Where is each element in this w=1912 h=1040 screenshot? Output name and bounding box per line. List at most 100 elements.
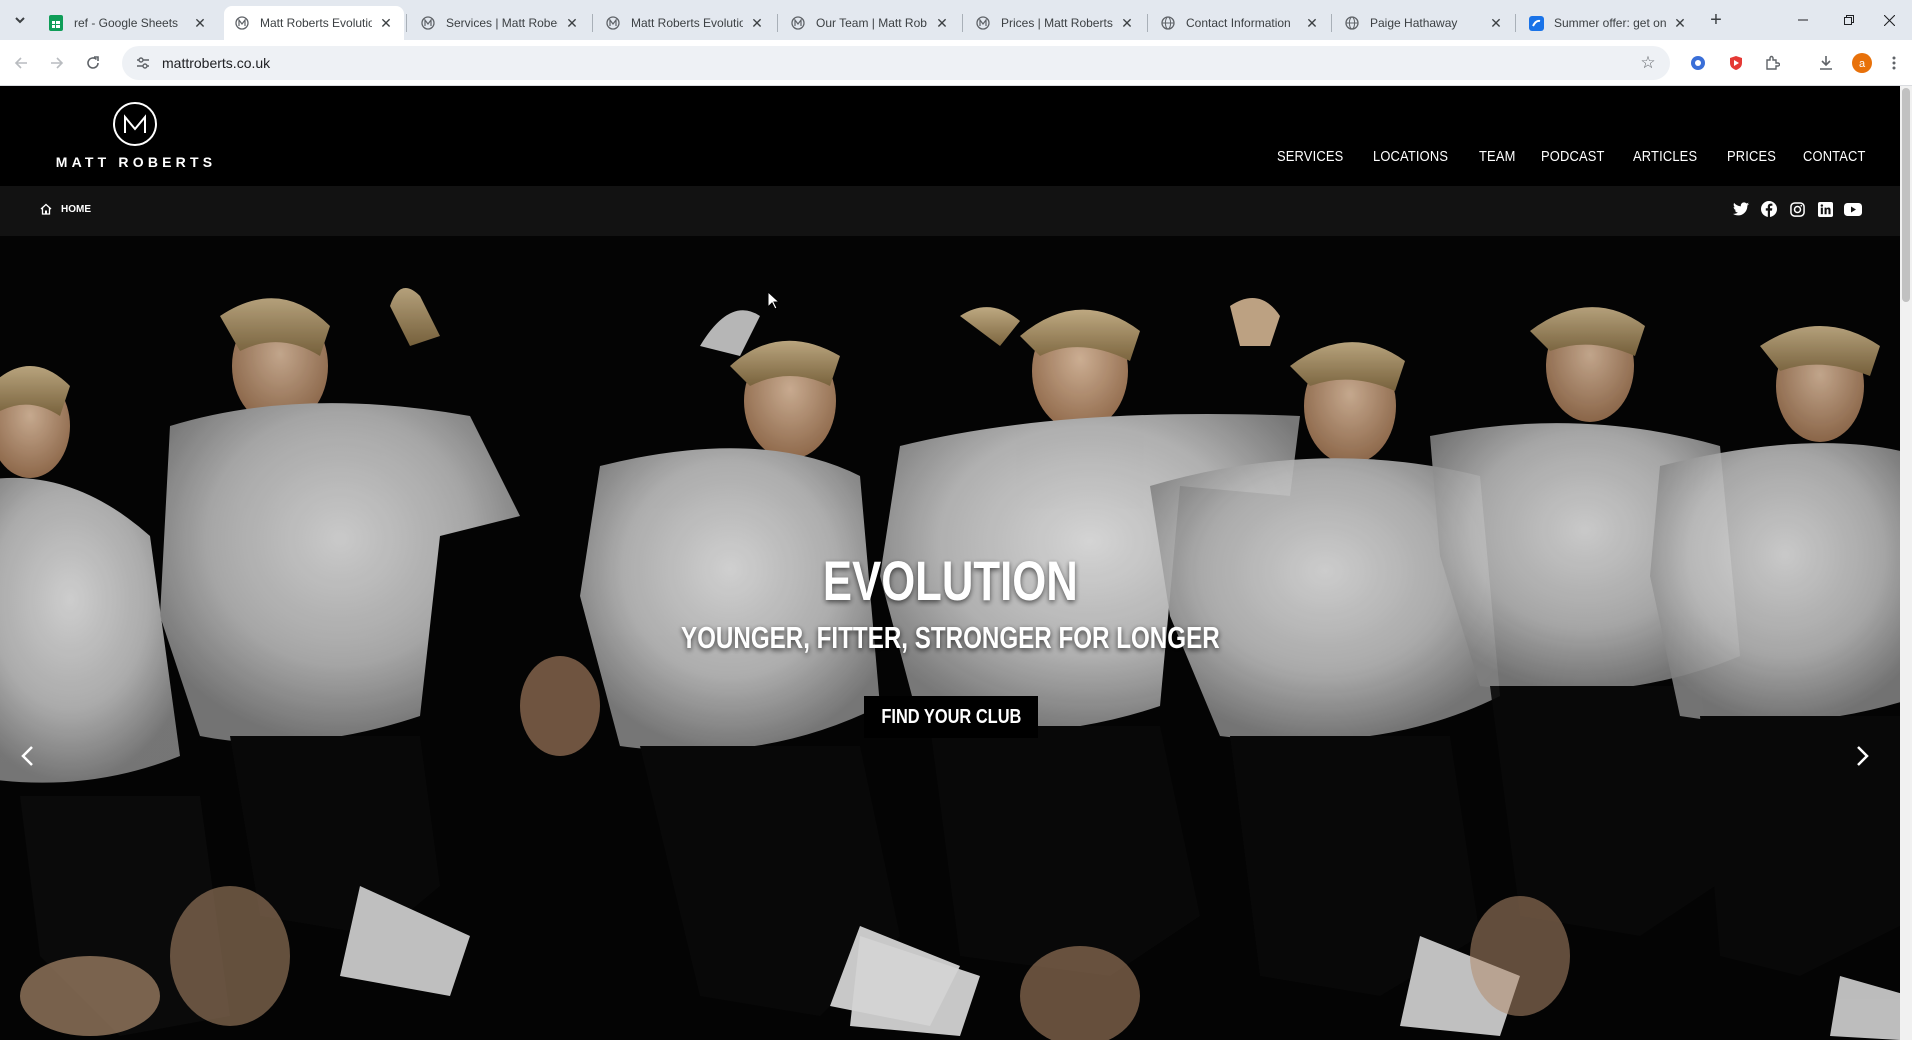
plus-icon: + xyxy=(1710,8,1722,31)
main-navigation: SERVICES LOCATIONS TEAM PODCAST ARTICLES… xyxy=(1277,148,1877,165)
page-scrollbar[interactable] xyxy=(1900,86,1912,1040)
browser-tab[interactable]: Matt Roberts Evolutio ✕ xyxy=(595,6,775,40)
close-icon xyxy=(1883,14,1895,26)
download-icon[interactable] xyxy=(1814,51,1838,75)
slider-prev-button[interactable] xyxy=(12,736,42,776)
tab-title: Paige Hathaway xyxy=(1370,16,1458,30)
nav-team[interactable]: TEAM xyxy=(1479,148,1516,165)
chevron-down-icon xyxy=(15,17,25,24)
profile-avatar[interactable]: a xyxy=(1850,51,1874,75)
browser-tab-active[interactable]: Matt Roberts Evolutio ✕ xyxy=(224,6,404,40)
hero-slider: EVOLUTION YOUNGER, FITTER, STRONGER FOR … xyxy=(0,236,1900,1040)
tab-separator xyxy=(1331,14,1332,32)
close-icon[interactable]: ✕ xyxy=(1119,15,1135,31)
adblock-extension-icon[interactable] xyxy=(1724,51,1748,75)
arrow-right-icon xyxy=(51,57,64,69)
nav-articles[interactable]: ARTICLES xyxy=(1633,148,1697,165)
chevron-left-icon xyxy=(21,746,33,766)
tab-title: Summer offer: get on xyxy=(1554,16,1666,30)
browser-tab-strip: ref - Google Sheets ✕ Matt Roberts Evolu… xyxy=(0,0,1912,40)
tab-title: Matt Roberts Evolutio xyxy=(260,16,372,30)
back-button[interactable] xyxy=(8,50,34,76)
matt-roberts-icon xyxy=(420,15,436,31)
close-icon[interactable]: ✕ xyxy=(749,15,765,31)
restore-icon xyxy=(1844,15,1854,25)
breadcrumb[interactable]: HOME xyxy=(40,203,91,215)
reload-button[interactable] xyxy=(80,50,106,76)
matt-roberts-icon xyxy=(605,15,621,31)
find-your-club-button[interactable]: FIND YOUR CLUB xyxy=(864,696,1038,738)
close-icon[interactable]: ✕ xyxy=(192,15,208,31)
instagram-icon[interactable] xyxy=(1788,200,1806,218)
tab-separator xyxy=(1515,14,1516,32)
slider-next-button[interactable] xyxy=(1848,736,1878,776)
url-text: mattroberts.co.uk xyxy=(162,55,271,71)
site-info-icon[interactable] xyxy=(134,54,152,72)
close-icon[interactable]: ✕ xyxy=(1304,15,1320,31)
profile-initial: a xyxy=(1859,58,1866,70)
google-sheets-icon xyxy=(48,15,64,31)
close-icon[interactable]: ✕ xyxy=(1488,15,1504,31)
facebook-icon[interactable] xyxy=(1760,200,1778,218)
tab-separator xyxy=(962,14,963,32)
tab-title: Prices | Matt Roberts xyxy=(1001,16,1113,30)
browser-tab[interactable]: Summer offer: get on ✕ xyxy=(1518,6,1698,40)
forward-button[interactable] xyxy=(44,50,70,76)
youtube-icon[interactable] xyxy=(1844,200,1862,218)
nav-services[interactable]: SERVICES xyxy=(1277,148,1343,165)
matt-roberts-icon xyxy=(234,15,250,31)
hero-title: EVOLUTION xyxy=(822,549,1078,612)
address-bar[interactable]: mattroberts.co.uk ☆ xyxy=(122,46,1670,80)
mouse-cursor-icon xyxy=(768,292,780,310)
close-icon[interactable]: ✕ xyxy=(378,15,394,31)
browser-tab[interactable]: Prices | Matt Roberts ✕ xyxy=(965,6,1145,40)
minimize-icon xyxy=(1798,19,1808,21)
blue-app-icon xyxy=(1528,15,1544,31)
extensions-puzzle-icon[interactable] xyxy=(1760,51,1784,75)
nav-prices[interactable]: PRICES xyxy=(1727,148,1776,165)
close-icon[interactable]: ✕ xyxy=(564,15,580,31)
browser-toolbar: mattroberts.co.uk ☆ a xyxy=(0,40,1912,86)
globe-icon xyxy=(1160,15,1176,31)
nav-podcast[interactable]: PODCAST xyxy=(1541,148,1605,165)
close-window-button[interactable] xyxy=(1866,0,1912,40)
twitter-icon[interactable] xyxy=(1732,200,1750,218)
minimize-button[interactable] xyxy=(1780,0,1826,40)
social-links xyxy=(1732,200,1862,218)
browser-tab[interactable]: Paige Hathaway ✕ xyxy=(1334,6,1514,40)
tab-search-button[interactable] xyxy=(8,8,32,32)
close-icon[interactable]: ✕ xyxy=(934,15,950,31)
matt-roberts-icon xyxy=(975,15,991,31)
bookmark-star-icon[interactable]: ☆ xyxy=(1638,53,1658,73)
hero-subtitle: YOUNGER, FITTER, STRONGER FOR LONGER xyxy=(680,620,1220,655)
nav-locations[interactable]: LOCATIONS xyxy=(1373,148,1448,165)
tab-title: Our Team | Matt Rob xyxy=(816,16,927,30)
matt-roberts-icon xyxy=(790,15,806,31)
breadcrumb-bar: HOME xyxy=(0,186,1900,236)
logo-text: MATT ROBERTS xyxy=(55,154,217,170)
tab-separator xyxy=(1147,14,1148,32)
browser-tab[interactable]: Services | Matt Rober ✕ xyxy=(410,6,590,40)
extension-icon[interactable] xyxy=(1686,51,1710,75)
tab-separator xyxy=(406,14,407,32)
logo-m-icon xyxy=(113,102,157,146)
web-page: MATT ROBERTS SERVICES LOCATIONS TEAM POD… xyxy=(0,86,1900,1040)
browser-tab[interactable]: ref - Google Sheets ✕ xyxy=(38,6,218,40)
nav-contact[interactable]: CONTACT xyxy=(1803,148,1866,165)
browser-menu-icon[interactable] xyxy=(1886,51,1902,75)
tab-title: Services | Matt Rober xyxy=(446,16,558,30)
scrollbar-thumb[interactable] xyxy=(1902,88,1910,302)
new-tab-button[interactable]: + xyxy=(1704,8,1728,32)
tab-title: ref - Google Sheets xyxy=(74,16,179,30)
linkedin-icon[interactable] xyxy=(1816,200,1834,218)
site-logo[interactable]: MATT ROBERTS xyxy=(40,102,232,174)
tab-title: Matt Roberts Evolutio xyxy=(631,16,743,30)
tab-separator xyxy=(592,14,593,32)
chevron-right-icon xyxy=(1857,746,1869,766)
close-icon[interactable]: ✕ xyxy=(1672,15,1688,31)
browser-tab[interactable]: Contact Information ✕ xyxy=(1150,6,1330,40)
browser-tab[interactable]: Our Team | Matt Rob ✕ xyxy=(780,6,960,40)
reload-icon xyxy=(87,56,99,69)
breadcrumb-home[interactable]: HOME xyxy=(61,204,91,215)
home-icon xyxy=(40,203,52,215)
